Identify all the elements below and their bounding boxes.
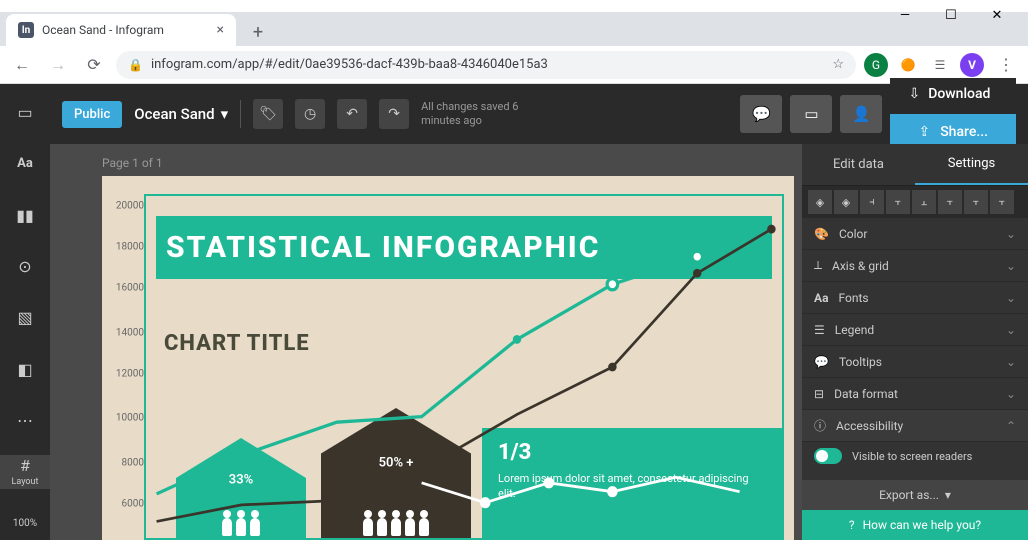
page[interactable]: 20000 18000 16000 14000 12000 10000 8000…: [102, 176, 794, 540]
chevron-down-icon: ▾: [221, 105, 229, 123]
chevron-down-icon: ⌄: [1006, 291, 1016, 305]
browser-tab[interactable]: In Ocean Sand - Infogram ×: [6, 14, 236, 46]
download-button[interactable]: ⇩ Download: [890, 78, 1016, 110]
profile-avatar[interactable]: V: [960, 53, 984, 77]
visible-screen-readers[interactable]: Visible to screen readers: [802, 442, 1028, 470]
section-fonts[interactable]: AaFonts⌄: [802, 282, 1028, 314]
download-icon: ⇩: [908, 86, 920, 102]
chart-selection[interactable]: 20000 18000 16000 14000 12000 10000 8000…: [144, 194, 784, 540]
tooltip-icon: 💬: [814, 355, 829, 369]
palette-icon: 🎨: [814, 227, 829, 241]
tool-map[interactable]: ⊙: [0, 250, 50, 283]
grid-icon: #: [20, 456, 30, 475]
house-shape-2[interactable]: 50% +: [321, 408, 471, 538]
extension-2[interactable]: 🟠: [896, 53, 920, 77]
tab-favicon: In: [18, 22, 34, 38]
section-legend[interactable]: ☰Legend⌄: [802, 314, 1028, 346]
layer-front-icon[interactable]: ◈: [834, 190, 858, 214]
house-shape-1[interactable]: 33%: [176, 438, 306, 538]
back-button[interactable]: ←: [8, 51, 36, 79]
section-dataformat[interactable]: ⊟Data format⌄: [802, 378, 1028, 410]
share-icon: ⇪: [918, 124, 930, 140]
tool-text[interactable]: Aa: [0, 147, 50, 180]
align-center-icon[interactable]: ⫟: [886, 190, 910, 214]
layer-back-icon[interactable]: ◈: [808, 190, 832, 214]
infographic-title[interactable]: STATISTICAL INFOGRAPHIC: [156, 216, 772, 279]
new-tab-button[interactable]: +: [244, 18, 272, 46]
share-people-button[interactable]: 👤: [840, 95, 882, 133]
visibility-badge[interactable]: Public: [62, 101, 122, 128]
page-indicator: Page 1 of 1: [102, 156, 163, 170]
accessibility-icon: ⓘ: [814, 417, 826, 434]
top-bar: Public Ocean Sand ▾ 🏷 ◷ ↶ ↷ All changes …: [50, 84, 1028, 144]
redo-button[interactable]: ↷: [379, 99, 409, 129]
history-button[interactable]: ◷: [295, 99, 325, 129]
y-axis: 20000 18000 16000 14000 12000 10000 8000…: [108, 196, 148, 538]
window-minimize[interactable]: —: [882, 0, 928, 30]
format-icon: ⊟: [814, 387, 824, 401]
tag-button[interactable]: 🏷: [253, 99, 283, 129]
reload-button[interactable]: ⟳: [80, 51, 108, 79]
chevron-down-icon: ⌄: [1006, 227, 1016, 241]
export-as-button[interactable]: Export as...▾: [802, 480, 1028, 510]
menu-button[interactable]: ⋮: [992, 51, 1020, 79]
left-toolbar: ▭ Aa ▮▮ ⊙ ▧ ◧ ⋯ # Layout 100%: [0, 84, 50, 540]
forward-button[interactable]: →: [44, 51, 72, 79]
align-bottom-icon[interactable]: ⫟: [990, 190, 1014, 214]
right-panel: Edit data Settings ◈ ◈ ⫞ ⫟ ⫠ ⫟ ⫟ ⫟ 🎨Colo…: [802, 144, 1028, 540]
axis-icon: ⟂: [814, 258, 822, 273]
present-button[interactable]: ▭: [790, 95, 832, 133]
window-maximize[interactable]: ☐: [928, 0, 974, 30]
chevron-down-icon: ⌄: [1006, 259, 1016, 273]
tab-edit-data[interactable]: Edit data: [802, 144, 915, 185]
section-accessibility[interactable]: ⓘAccessibility⌃: [802, 410, 1028, 442]
section-tooltips[interactable]: 💬Tooltips⌄: [802, 346, 1028, 378]
align-top-icon[interactable]: ⫟: [938, 190, 962, 214]
font-icon: Aa: [814, 291, 828, 305]
chart-title[interactable]: CHART TITLE: [164, 331, 310, 356]
tab-strip: In Ocean Sand - Infogram × +: [0, 12, 1028, 46]
url-box[interactable]: 🔒 infogram.com/app/#/edit/0ae39536-dacf-…: [116, 51, 856, 79]
extension-grammarly[interactable]: G: [864, 53, 888, 77]
save-status: All changes saved 6 minutes ago: [421, 100, 551, 129]
tool-chart[interactable]: ▮▮: [0, 199, 50, 232]
tab-settings[interactable]: Settings: [915, 144, 1028, 185]
lock-icon: 🔒: [128, 58, 143, 72]
text-callout[interactable]: 1/3 Lorem ipsum dolor sit amet, consecte…: [482, 428, 782, 538]
chevron-up-icon: ⌃: [1006, 419, 1016, 433]
url-text: infogram.com/app/#/edit/0ae39536-dacf-43…: [151, 57, 548, 72]
help-icon: ?: [849, 518, 855, 532]
reading-list-icon[interactable]: ☰: [928, 53, 952, 77]
zoom-level[interactable]: 100%: [0, 507, 50, 540]
toggle-switch[interactable]: [814, 448, 842, 464]
layout-label: Layout: [12, 477, 39, 487]
canvas[interactable]: Page 1 of 1 20000 18000 16000 14000 1200…: [50, 144, 802, 540]
align-left-icon[interactable]: ⫞: [860, 190, 884, 214]
tab-close-icon[interactable]: ×: [217, 22, 224, 38]
window-close[interactable]: ✕: [974, 0, 1020, 30]
legend-icon: ☰: [814, 323, 825, 337]
tab-title: Ocean Sand - Infogram: [42, 23, 164, 37]
star-icon[interactable]: ☆: [832, 57, 844, 72]
undo-button[interactable]: ↶: [337, 99, 367, 129]
document-title[interactable]: Ocean Sand ▾: [134, 105, 228, 123]
align-middle-icon[interactable]: ⫟: [964, 190, 988, 214]
section-color[interactable]: 🎨Color⌄: [802, 218, 1028, 250]
section-axis[interactable]: ⟂Axis & grid⌄: [802, 250, 1028, 282]
tool-image[interactable]: ▧: [0, 301, 50, 334]
align-right-icon[interactable]: ⫠: [912, 190, 936, 214]
chevron-down-icon: ⌄: [1006, 387, 1016, 401]
tool-layout[interactable]: # Layout: [0, 455, 50, 488]
help-button[interactable]: ?How can we help you?: [802, 510, 1028, 540]
comment-button[interactable]: 💬: [740, 95, 782, 133]
chevron-down-icon: ⌄: [1006, 355, 1016, 369]
tool-more[interactable]: ⋯: [0, 404, 50, 437]
tool-presentation[interactable]: ▭: [0, 96, 50, 129]
tool-shape[interactable]: ◧: [0, 353, 50, 386]
chevron-down-icon: ▾: [945, 488, 951, 502]
align-toolbar: ◈ ◈ ⫞ ⫟ ⫠ ⫟ ⫟ ⫟: [802, 186, 1028, 218]
chevron-down-icon: ⌄: [1006, 323, 1016, 337]
